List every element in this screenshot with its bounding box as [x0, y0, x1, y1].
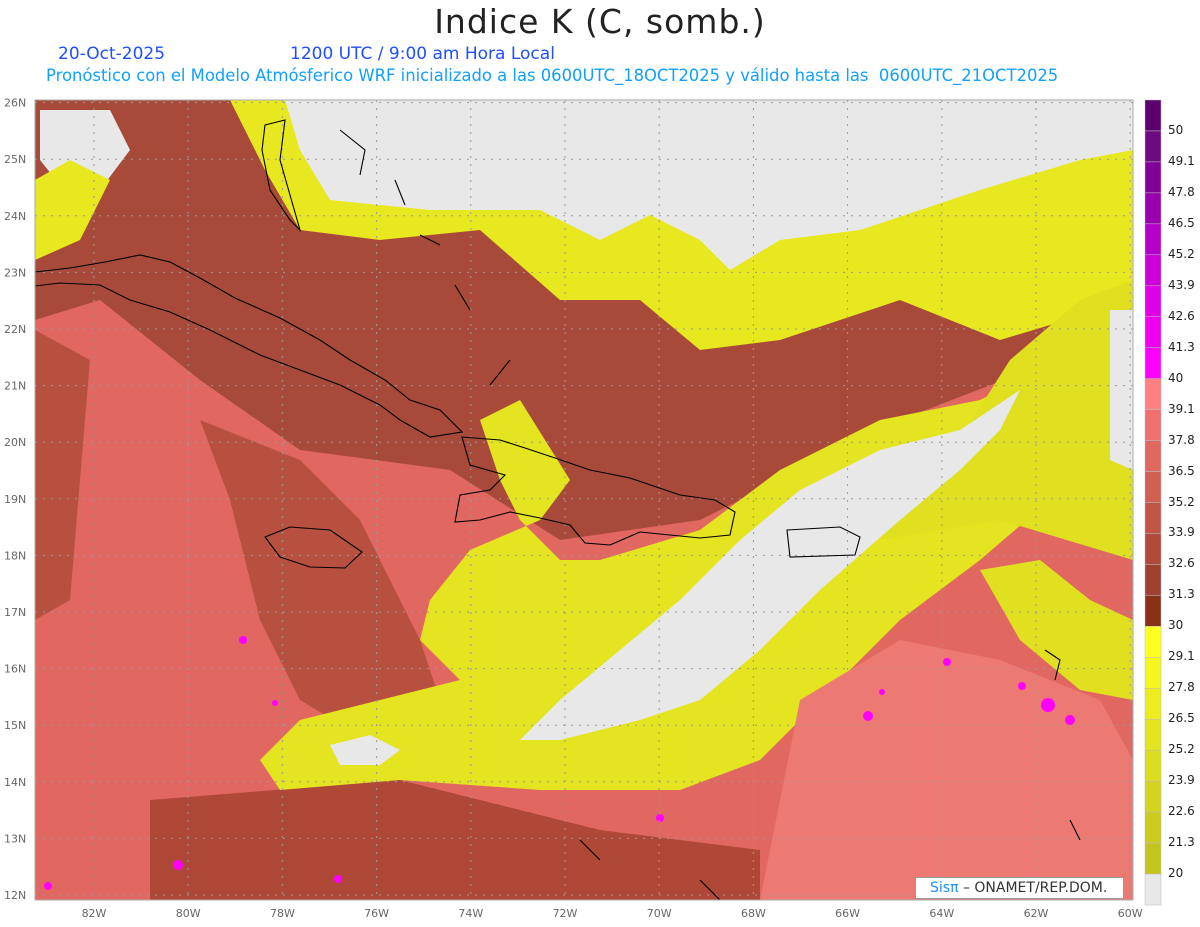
- colorbar-swatch: [1144, 564, 1162, 596]
- k-index-map: 82W 80W 78W 76W 74W 72W 70W 68W 66W 64W 62W 60W 12N 1…: [4, 97, 1162, 920]
- colorbar-swatch: [1144, 347, 1162, 379]
- lat-label: 17N: [4, 606, 26, 619]
- colorbar-label: 23.9: [1168, 773, 1195, 788]
- lat-label: 24N: [4, 210, 26, 223]
- lat-label: 26N: [4, 97, 26, 110]
- colorbar-swatch: [1144, 657, 1162, 689]
- lon-label: 70W: [647, 907, 672, 920]
- lon-label: 66W: [835, 907, 860, 920]
- colorbar-swatch: [1144, 873, 1162, 906]
- lat-label: 18N: [4, 549, 26, 562]
- colorbar-swatch: [1144, 811, 1162, 844]
- lat-label: 19N: [4, 493, 26, 506]
- lon-label: 80W: [176, 907, 201, 920]
- colorbar-swatch: [1144, 192, 1162, 225]
- lon-label: 60W: [1118, 907, 1143, 920]
- colorbar-label: 31.3: [1168, 587, 1195, 602]
- lon-label: 74W: [458, 907, 483, 920]
- credit-box: Sisπ – ONAMET/REP.DOM.: [915, 877, 1124, 899]
- colorbar-swatch: [1144, 471, 1162, 503]
- colorbar-label: 45.2: [1168, 246, 1195, 261]
- map-title: Indice K (C, somb.): [434, 2, 766, 41]
- lat-label: 13N: [4, 832, 26, 845]
- colorbar-swatch: [1144, 502, 1162, 534]
- lat-label: 14N: [4, 776, 26, 789]
- lat-label: 22N: [4, 323, 26, 336]
- lon-label: 78W: [270, 907, 295, 920]
- colorbar-swatch: [1144, 99, 1162, 132]
- colorbar-label: 41.3: [1168, 339, 1195, 354]
- lon-label: 72W: [553, 907, 578, 920]
- colorbar-swatch: [1144, 254, 1162, 287]
- colorbar-swatch: [1144, 130, 1162, 163]
- colorbar: [1144, 99, 1162, 906]
- lat-label: 21N: [4, 380, 26, 393]
- colorbar-label: 49.1: [1168, 153, 1195, 168]
- lon-label: 64W: [929, 907, 954, 920]
- colorbar-label: 43.9: [1168, 277, 1195, 292]
- lat-label: 15N: [4, 719, 26, 732]
- colorbar-swatch: [1144, 285, 1162, 317]
- colorbar-label: 27.8: [1168, 680, 1195, 695]
- lon-label: 62W: [1024, 907, 1049, 920]
- colorbar-label: 47.8: [1168, 184, 1195, 199]
- colorbar-label: 40: [1168, 370, 1184, 385]
- colorbar-swatch: [1144, 595, 1162, 627]
- colorbar-label: 35.2: [1168, 494, 1195, 509]
- colorbar-swatch: [1144, 533, 1162, 565]
- colorbar-swatch: [1144, 780, 1162, 813]
- field-grey-east: [1110, 310, 1133, 470]
- colorbar-label: 32.6: [1168, 556, 1195, 571]
- colorbar-label: 37.8: [1168, 432, 1195, 447]
- colorbar-swatch: [1144, 626, 1162, 658]
- colorbar-label: 20: [1168, 866, 1184, 881]
- colorbar-swatch: [1144, 223, 1162, 256]
- sispi-logo: Sisπ: [930, 880, 959, 896]
- lat-label: 25N: [4, 153, 26, 166]
- colorbar-swatch: [1144, 688, 1162, 720]
- forecast-subtitle: Pronóstico con el Modelo Atmósferico WRF…: [46, 66, 1059, 85]
- credit-text: – ONAMET/REP.DOM.: [962, 880, 1108, 896]
- colorbar-label: 22.6: [1168, 804, 1195, 819]
- lat-label: 16N: [4, 663, 26, 676]
- colorbar-swatch: [1144, 718, 1162, 751]
- colorbar-swatch: [1144, 161, 1162, 194]
- lon-label: 76W: [364, 907, 389, 920]
- colorbar-label: 50: [1168, 122, 1184, 137]
- colorbar-label: 33.9: [1168, 525, 1195, 540]
- lat-label: 20N: [4, 436, 26, 449]
- colorbar-swatch: [1144, 409, 1162, 441]
- colorbar-label: 25.2: [1168, 742, 1195, 757]
- colorbar-label: 46.5: [1168, 215, 1195, 230]
- colorbar-label: 30: [1168, 618, 1184, 633]
- colorbar-label: 42.6: [1168, 308, 1195, 323]
- map-fields: [35, 100, 1133, 900]
- colorbar-swatch: [1144, 440, 1162, 472]
- lat-label: 23N: [4, 266, 26, 279]
- colorbar-swatch: [1144, 842, 1162, 875]
- lat-label: 12N: [4, 889, 26, 902]
- colorbar-swatch: [1144, 749, 1162, 782]
- colorbar-label: 21.3: [1168, 835, 1195, 850]
- lon-label: 68W: [741, 907, 766, 920]
- forecast-time: 1200 UTC / 9:00 am Hora Local: [290, 44, 555, 64]
- colorbar-label: 26.5: [1168, 711, 1195, 726]
- colorbar-swatch: [1144, 316, 1162, 348]
- colorbar-label: 36.5: [1168, 463, 1195, 478]
- colorbar-label: 39.1: [1168, 401, 1195, 416]
- colorbar-label: 29.1: [1168, 649, 1195, 664]
- lon-label: 82W: [82, 907, 107, 920]
- colorbar-swatch: [1144, 378, 1162, 410]
- forecast-date: 20-Oct-2025: [58, 44, 166, 64]
